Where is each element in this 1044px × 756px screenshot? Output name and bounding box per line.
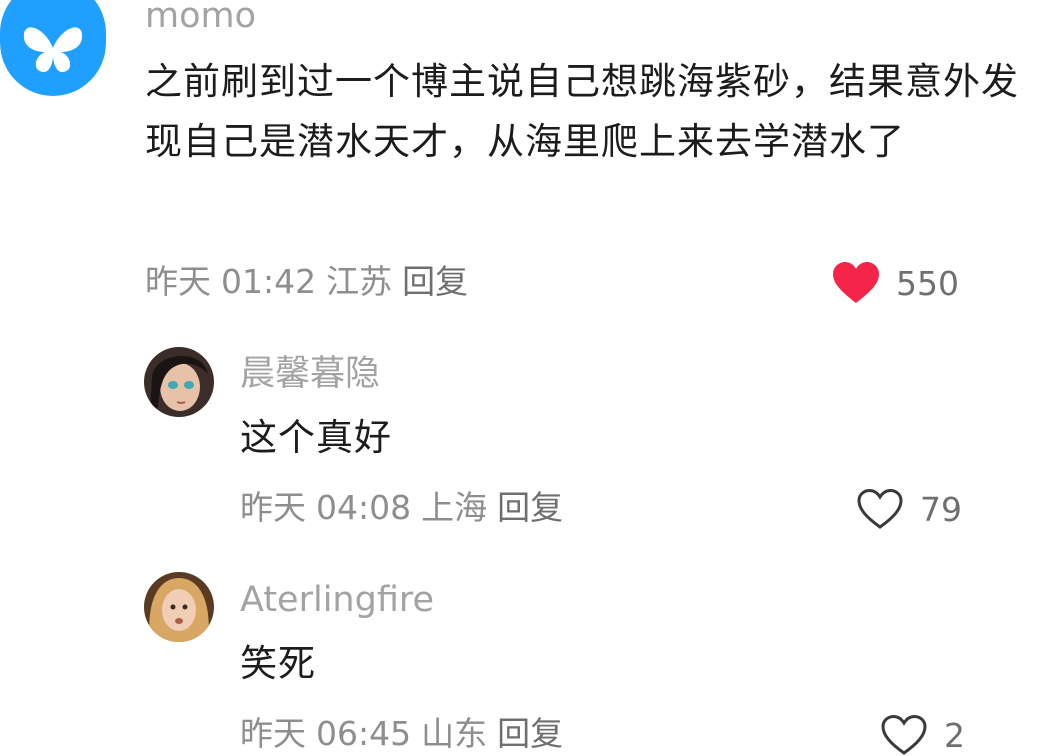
comment-text: 之前刷到过一个博主说自己想跳海紫砂，结果意外发现自己是潜水天才，从海里爬上来去学… — [145, 60, 1019, 163]
comment-date: 昨天 — [145, 262, 211, 301]
reply-time: 06:45 — [316, 714, 412, 753]
comment-time: 01:42 — [221, 262, 317, 301]
reply-username[interactable]: Aterlingfire — [240, 580, 434, 620]
reply-date: 昨天 — [240, 488, 306, 527]
reply-time: 04:08 — [316, 488, 412, 527]
heart-outline-icon — [857, 488, 903, 529]
avatar-reply-1[interactable] — [144, 347, 214, 417]
like-count: 79 — [920, 489, 962, 529]
reply-text: 笑死 — [240, 642, 316, 685]
reply-location: 上海 — [421, 488, 488, 527]
anime-girl-avatar-icon — [144, 347, 214, 417]
like-button[interactable]: 550 — [832, 262, 959, 304]
like-count: 550 — [896, 263, 959, 303]
heart-filled-icon — [833, 262, 879, 303]
reply-location: 山东 — [421, 714, 488, 753]
reply-button[interactable]: 回复 — [497, 488, 563, 527]
reply-date: 昨天 — [240, 714, 306, 753]
comment-location: 江苏 — [326, 262, 393, 301]
reply-button[interactable]: 回复 — [402, 262, 468, 301]
heart-outline-icon — [881, 714, 927, 755]
reply-text: 这个真好 — [240, 416, 392, 459]
comment-meta: 昨天 01:42 江苏 回复 — [145, 262, 478, 302]
avatar-momo[interactable] — [0, 0, 106, 96]
comment-username[interactable]: momo — [145, 0, 256, 36]
girl-photo-avatar-icon — [144, 572, 214, 642]
reply-meta: 昨天 04:08 上海 回复 — [240, 488, 573, 528]
like-count: 2 — [944, 715, 965, 755]
reply-button[interactable]: 回复 — [497, 714, 563, 753]
reply-username[interactable]: 晨馨暮隐 — [240, 354, 380, 394]
like-button[interactable]: 2 — [880, 714, 965, 756]
like-button[interactable]: 79 — [856, 488, 962, 530]
avatar-reply-2[interactable] — [144, 572, 214, 642]
reply-meta: 昨天 06:45 山东 回复 — [240, 714, 573, 754]
butterfly-icon — [0, 0, 106, 96]
